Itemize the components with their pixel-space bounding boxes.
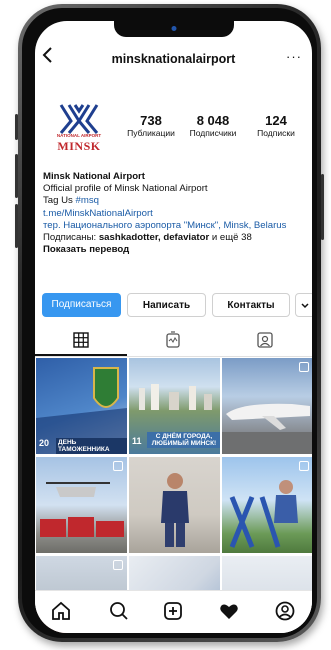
bio-text: Official profile of Minsk National Airpo… bbox=[43, 183, 208, 195]
followers-count: 8 048 bbox=[196, 113, 230, 128]
followed-by[interactable]: Подписаны: sashkadotter, defaviator и ещ… bbox=[43, 232, 308, 244]
post-tile[interactable] bbox=[222, 358, 312, 454]
aircraft-icon bbox=[222, 403, 312, 454]
person-monument-icon bbox=[229, 480, 298, 548]
search-icon[interactable] bbox=[107, 599, 131, 623]
follow-button[interactable]: Подписаться bbox=[42, 293, 121, 317]
profile-icon[interactable] bbox=[273, 599, 297, 623]
suggested-accounts-button[interactable] bbox=[295, 293, 312, 317]
post-badge-number: 11 bbox=[132, 436, 142, 446]
following-count: 124 bbox=[265, 113, 287, 128]
post-tile[interactable] bbox=[36, 457, 127, 553]
profile-bio: Minsk National Airport Official profile … bbox=[43, 171, 308, 256]
profile-actions: Подписаться Написать Контакты bbox=[42, 293, 312, 317]
fire-trucks-helicopter-icon bbox=[40, 482, 124, 537]
posts-stat[interactable]: 738 Публикации bbox=[125, 113, 177, 139]
screen: minsknationalairport ··· NATIONAL AIRPOR… bbox=[35, 21, 312, 633]
following-stat[interactable]: 124 Подписки bbox=[247, 113, 305, 139]
followed-names: sashkadotter, defaviator bbox=[98, 232, 210, 244]
bezel: minsknationalairport ··· NATIONAL AIRPOR… bbox=[22, 8, 317, 638]
profile-tabs bbox=[35, 326, 312, 357]
followers-label: Подписчики bbox=[189, 128, 237, 138]
post-caption: ДЕНЬ ТАМОЖЕННИКА bbox=[56, 438, 127, 454]
logo-subtitle: NATIONAL AIRPORT bbox=[56, 133, 102, 138]
reels-icon bbox=[166, 331, 180, 348]
post-tile[interactable]: 20 ДЕНЬ ТАМОЖЕННИКА bbox=[36, 358, 127, 454]
hashtag-link[interactable]: #msq bbox=[76, 195, 99, 206]
post-tile[interactable]: 11 С ДНЁМ ГОРОДА, ЛЮБИМЫЙ МИНСК! bbox=[129, 358, 220, 454]
post-tile[interactable] bbox=[222, 457, 312, 553]
more-icon[interactable]: ··· bbox=[286, 45, 302, 69]
volume-up-button bbox=[15, 154, 18, 198]
posts-grid: 20 ДЕНЬ ТАМОЖЕННИКА 11 С ДНЁМ ГОРОДА, ЛЮ… bbox=[36, 358, 312, 633]
post-caption: С ДНЁМ ГОРОДА, ЛЮБИМЫЙ МИНСК! bbox=[147, 432, 220, 448]
carousel-icon bbox=[113, 560, 123, 570]
followed-suffix: и ещё 38 bbox=[209, 232, 252, 244]
profile-name: Minsk National Airport bbox=[43, 171, 145, 182]
new-post-icon[interactable] bbox=[161, 599, 185, 623]
followed-prefix: Подписаны: bbox=[43, 232, 99, 244]
phone-frame: minsknationalairport ··· NATIONAL AIRPOR… bbox=[15, 4, 324, 642]
bio-tag-line: Tag Us #msq bbox=[43, 195, 308, 207]
bottom-nav bbox=[35, 590, 312, 633]
profile-avatar[interactable]: NATIONAL AIRPORT MINSK bbox=[53, 103, 105, 157]
posts-count: 738 bbox=[140, 113, 162, 128]
contacts-button[interactable]: Контакты bbox=[212, 293, 290, 317]
tab-tagged[interactable] bbox=[255, 330, 275, 350]
username-title: minsknationalairport bbox=[111, 52, 236, 66]
logo-title: MINSK bbox=[57, 139, 101, 153]
profile-header: minsknationalairport ··· bbox=[35, 45, 312, 73]
mute-switch bbox=[15, 114, 18, 140]
profile-stats: 738 Публикации 8 048 Подписчики 124 Подп… bbox=[125, 113, 312, 143]
carousel-icon bbox=[299, 461, 309, 471]
posts-label: Публикации bbox=[127, 128, 175, 138]
location-link[interactable]: тер. Национального аэропорта "Минск", Mi… bbox=[43, 220, 308, 232]
post-badge-number: 20 bbox=[39, 438, 50, 448]
chevron-down-icon bbox=[301, 303, 309, 309]
airport-logo-icon bbox=[59, 104, 99, 134]
active-tab-indicator bbox=[35, 354, 127, 356]
bio-link[interactable]: t.me/MinskNationalAirport bbox=[43, 208, 308, 220]
following-label: Подписки bbox=[257, 128, 295, 138]
home-icon[interactable] bbox=[49, 599, 73, 623]
tab-reels[interactable] bbox=[163, 330, 183, 350]
activity-heart-icon[interactable] bbox=[217, 599, 241, 623]
tagged-icon bbox=[257, 332, 273, 348]
person-photo-icon bbox=[161, 473, 189, 547]
power-button bbox=[321, 174, 324, 240]
volume-down-button bbox=[15, 204, 18, 248]
tab-posts[interactable] bbox=[71, 330, 91, 350]
message-button[interactable]: Написать bbox=[127, 293, 206, 317]
front-camera bbox=[171, 26, 176, 31]
followers-stat[interactable]: 8 048 Подписчики bbox=[181, 113, 245, 139]
carousel-icon bbox=[113, 461, 123, 471]
grid-icon bbox=[73, 332, 89, 348]
bio-tag-prefix: Tag Us bbox=[43, 195, 76, 207]
carousel-icon bbox=[299, 362, 309, 372]
post-tile[interactable] bbox=[129, 457, 220, 553]
show-translation-link[interactable]: Показать перевод bbox=[43, 244, 308, 256]
